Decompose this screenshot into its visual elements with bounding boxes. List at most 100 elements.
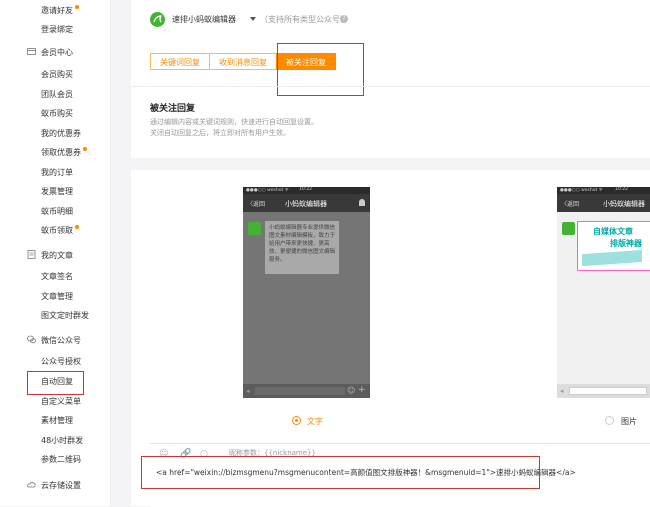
sidebar-section-label: 我的文章 <box>41 251 73 260</box>
keyboard-icon: ◂ <box>560 387 564 395</box>
new-badge-dot <box>83 147 87 151</box>
account-logo <box>150 12 165 27</box>
sidebar-item-label: 蚁币领取 <box>41 226 73 235</box>
new-badge-dot <box>75 225 79 229</box>
sidebar-item-label: 领取优惠券 <box>41 148 81 157</box>
bot-avatar <box>248 222 261 235</box>
phone-status-bar: ●●●○○ weshot ᯤ 10:22 <box>243 187 370 194</box>
new-badge-dot <box>75 5 79 9</box>
section-title: 被关注回复 <box>150 104 196 114</box>
sidebar-item-label: 48小时群发 <box>41 436 84 445</box>
account-note: （支持所有类型公众号） <box>260 15 348 24</box>
highlight-auto-reply <box>27 371 84 395</box>
radio-image[interactable] <box>605 416 614 425</box>
sidebar-item[interactable]: 蚁币明细 <box>41 206 73 217</box>
sidebar-item-label: 我的订单 <box>41 168 73 177</box>
sidebar-item-label: 发票管理 <box>41 187 73 196</box>
user-icon <box>359 199 365 206</box>
phone-chat-body: 自媒体文章 排版神器 <box>557 212 650 384</box>
phone-chat-body: 小蚂蚁编辑器专业提供微信图文素材编辑模板，致力于给用户带来更快捷、更高效、更便捷… <box>243 212 370 384</box>
phone-input-bar: ◂ <box>557 384 650 398</box>
sidebar-item[interactable]: 团队会员 <box>41 89 73 100</box>
phone-time: 10:22 <box>615 187 628 192</box>
chat-icon <box>27 335 36 344</box>
divider <box>131 86 650 87</box>
sidebar-item[interactable]: 自定义菜单 <box>41 396 81 407</box>
sidebar-section-label: 会员中心 <box>41 48 73 57</box>
sidebar-item[interactable]: 登录绑定 <box>41 24 73 35</box>
sidebar-item-label: 图文定时群发 <box>41 311 89 320</box>
banner-line-2: 排版神器 <box>610 239 642 248</box>
radio-image-label[interactable]: 图片 <box>621 416 637 427</box>
sidebar-item[interactable]: 领取优惠券 <box>41 147 87 158</box>
keyboard-icon: ◂ <box>246 387 250 395</box>
banner-line-1: 自媒体文章 <box>593 227 633 236</box>
tab-keyword-reply[interactable]: 关键词回复 <box>150 53 210 70</box>
phone-input-bar: ◂ ☺ + <box>243 384 370 398</box>
phone-back: 〈返回 <box>247 201 266 208</box>
phone-title: 小蚂蚁编辑器 <box>603 200 645 208</box>
reply-bubble: 小蚂蚁编辑器专业提供微信图文素材编辑模板，致力于给用户带来更快捷、更高效、更便捷… <box>265 221 339 274</box>
phone-time: 10:22 <box>299 187 312 192</box>
bot-avatar <box>562 222 575 235</box>
phone-status: ●●●○○ weshot ᯤ <box>246 188 289 193</box>
sidebar-item[interactable]: 公众号授权 <box>41 356 81 367</box>
plus-icon: + <box>358 385 366 395</box>
sidebar-section-label: 云存储设置 <box>41 481 81 490</box>
section-desc-1: 通过编辑内容或关键词规则，快速进行自动回复设置。 <box>150 118 318 126</box>
tab-message-reply[interactable]: 收到消息回复 <box>209 53 277 70</box>
emoji-icon: ☺ <box>347 386 356 395</box>
sidebar-item[interactable]: 图文定时群发 <box>41 310 89 321</box>
sidebar-item[interactable]: 素材管理 <box>41 415 73 426</box>
radio-text[interactable] <box>292 416 301 425</box>
sidebar-item[interactable]: 我的优惠券 <box>41 128 81 139</box>
phone-input-field <box>569 387 647 395</box>
sidebar-item-label: 文章管理 <box>41 292 73 301</box>
sidebar-item-label: 蚁币购买 <box>41 109 73 118</box>
card-icon <box>27 47 36 56</box>
sidebar-item-label: 我的优惠券 <box>41 129 81 138</box>
highlight-code <box>141 456 540 489</box>
sidebar-item-label: 邀请好友 <box>41 6 73 15</box>
sidebar-item[interactable]: 48小时群发 <box>41 435 83 446</box>
phone-input-field <box>255 387 345 395</box>
account-name[interactable]: 速排小蚂蚁编辑器 <box>172 14 236 25</box>
sidebar-item[interactable]: 邀请好友 <box>41 5 79 16</box>
sidebar-item[interactable]: 参数二维码 <box>41 454 81 465</box>
highlight-follow-tab <box>277 43 364 96</box>
phone-header: 〈返回 小蚂蚁编辑器 <box>243 194 370 212</box>
sidebar-item[interactable]: 文章签名 <box>41 271 73 282</box>
sidebar-item[interactable]: 蚁币领取 <box>41 225 79 236</box>
phone-back: 〈返回 <box>561 201 580 208</box>
sidebar-item-label: 会员购买 <box>41 70 73 79</box>
chevron-down-icon[interactable] <box>250 17 256 21</box>
sidebar-item[interactable]: 发票管理 <box>41 186 73 197</box>
sidebar-section-label: 微信公众号 <box>41 336 81 345</box>
phone-status: ●●●○○ weshot ᯤ <box>560 188 603 193</box>
sidebar-item[interactable]: 蚁币购买 <box>41 108 73 119</box>
sidebar-item-label: 登录绑定 <box>41 25 73 34</box>
sidebar-item-label: 参数二维码 <box>41 455 81 464</box>
sidebar-item-label: 蚁币明细 <box>41 207 73 216</box>
phone-preview-image: ●●●○○ weshot ᯤ 10:22 〈返回 小蚂蚁编辑器 自媒体文章 排版… <box>557 187 650 398</box>
phone-status-bar: ●●●○○ weshot ᯤ 10:22 <box>557 187 650 194</box>
help-icon[interactable]: ? <box>340 15 348 23</box>
sidebar-item-label: 自定义菜单 <box>41 397 81 406</box>
sidebar-item-label: 团队会员 <box>41 90 73 99</box>
sidebar-item-label: 文章签名 <box>41 272 73 281</box>
cloud-icon <box>27 480 36 489</box>
sidebar-item[interactable]: 文章管理 <box>41 291 73 302</box>
sidebar-item[interactable]: 会员购买 <box>41 69 73 80</box>
radio-text-label[interactable]: 文字 <box>307 416 323 427</box>
sidebar-item[interactable]: 我的订单 <box>41 167 73 178</box>
sidebar-item-label: 公众号授权 <box>41 357 81 366</box>
sidebar-item-label: 素材管理 <box>41 416 73 425</box>
banner-decoration <box>582 249 642 267</box>
section-desc-2: 关闭自动回复之后，将立即对所有用户生效。 <box>150 129 290 137</box>
phone-title: 小蚂蚁编辑器 <box>285 200 327 208</box>
phone-header: 〈返回 小蚂蚁编辑器 <box>557 194 650 212</box>
reply-image-card: 自媒体文章 排版神器 <box>577 221 650 271</box>
phone-preview-text: ●●●○○ weshot ᯤ 10:22 〈返回 小蚂蚁编辑器 小蚂蚁编辑器专业… <box>243 187 370 398</box>
document-icon <box>27 250 36 259</box>
sidebar: 邀请好友登录绑定会员购买团队会员蚁币购买我的优惠券领取优惠券我的订单发票管理蚁币… <box>0 0 111 506</box>
